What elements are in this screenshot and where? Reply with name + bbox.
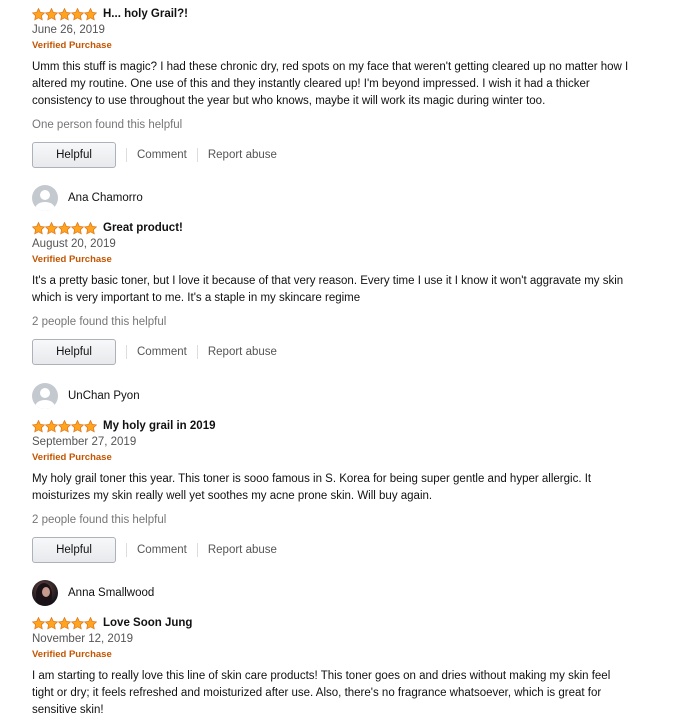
star-rating[interactable] (32, 419, 97, 433)
review-title[interactable]: Great product! (103, 222, 183, 234)
verified-purchase-badge: Verified Purchase (32, 452, 112, 463)
comment-link[interactable]: Comment (137, 149, 187, 161)
helpful-button[interactable]: Helpful (32, 142, 116, 168)
action-divider (126, 345, 127, 359)
action-divider (196, 345, 198, 359)
comment-link[interactable]: Comment (137, 346, 187, 358)
verified-purchase-badge: Verified Purchase (32, 40, 112, 51)
star-icon (84, 221, 97, 235)
comment-link[interactable]: Comment (137, 544, 187, 556)
review-actions: Helpful Comment Report abuse (32, 142, 672, 168)
verified-purchase-badge: Verified Purchase (32, 254, 112, 265)
avatar[interactable] (32, 580, 58, 606)
review-date: June 26, 2019 (32, 24, 105, 36)
star-icon (71, 616, 84, 630)
review-actions: Helpful Comment Report abuse (32, 537, 672, 563)
star-icon (84, 616, 97, 630)
reviewer-profile[interactable]: Ana Chamorro (32, 185, 672, 211)
review-body: Umm this stuff is magic? I had these chr… (32, 61, 629, 107)
review-card: Ana Chamorro Great product! August 20, 2… (32, 185, 672, 365)
star-icon (32, 616, 45, 630)
review-title-row: My holy grail in 2019 (32, 418, 672, 434)
report-abuse-link[interactable]: Report abuse (208, 346, 277, 358)
star-icon (32, 419, 45, 433)
action-divider (196, 543, 198, 557)
action-divider (196, 148, 198, 162)
star-icon (84, 419, 97, 433)
star-icon (45, 7, 58, 21)
review-title-row: H... holy Grail?! (32, 6, 672, 22)
star-icon (58, 616, 71, 630)
helpful-count: One person found this helpful (32, 119, 183, 131)
helpful-button[interactable]: Helpful (32, 537, 116, 563)
star-icon (32, 221, 45, 235)
review-date: November 12, 2019 (32, 633, 134, 645)
star-rating[interactable] (32, 7, 97, 21)
review-body: My holy grail toner this year. This tone… (32, 473, 592, 502)
reviewer-profile[interactable]: UnChan Pyon (32, 383, 672, 409)
reviewer-name[interactable]: Anna Smallwood (68, 587, 154, 599)
star-icon (58, 221, 71, 235)
review-actions: Helpful Comment Report abuse (32, 339, 672, 365)
review-title[interactable]: H... holy Grail?! (103, 8, 188, 20)
review-title-row: Great product! (32, 220, 672, 236)
helpful-button[interactable]: Helpful (32, 339, 116, 365)
helpful-count: 2 people found this helpful (32, 316, 167, 328)
star-icon (32, 7, 45, 21)
action-divider (126, 543, 127, 557)
star-icon (71, 221, 84, 235)
review-date: September 27, 2019 (32, 436, 137, 448)
star-icon (58, 7, 71, 21)
reviewer-profile[interactable]: Anna Smallwood (32, 580, 672, 606)
star-icon (71, 7, 84, 21)
avatar[interactable] (32, 185, 58, 211)
review-title[interactable]: My holy grail in 2019 (103, 420, 215, 432)
star-icon (84, 7, 97, 21)
review-card: H... holy Grail?! June 26, 2019 Verified… (32, 6, 672, 168)
review-card: Anna Smallwood Love Soon Jung November 1… (32, 580, 672, 719)
review-body: I am starting to really love this line o… (32, 670, 611, 716)
review-body: It's a pretty basic toner, but I love it… (32, 275, 624, 304)
review-title-row: Love Soon Jung (32, 615, 672, 631)
star-rating[interactable] (32, 221, 97, 235)
action-divider (126, 148, 127, 162)
review-card: UnChan Pyon My holy grail in 2019 Septem… (32, 383, 672, 563)
review-date: August 20, 2019 (32, 238, 116, 250)
review-title[interactable]: Love Soon Jung (103, 617, 192, 629)
star-icon (45, 221, 58, 235)
reviewer-name[interactable]: Ana Chamorro (68, 192, 143, 204)
star-icon (71, 419, 84, 433)
star-icon (45, 419, 58, 433)
reviewer-name[interactable]: UnChan Pyon (68, 390, 140, 402)
report-abuse-link[interactable]: Report abuse (208, 149, 277, 161)
report-abuse-link[interactable]: Report abuse (208, 544, 277, 556)
star-icon (58, 419, 71, 433)
verified-purchase-badge: Verified Purchase (32, 649, 112, 660)
star-icon (45, 616, 58, 630)
helpful-count: 2 people found this helpful (32, 514, 167, 526)
avatar[interactable] (32, 383, 58, 409)
star-rating[interactable] (32, 616, 97, 630)
